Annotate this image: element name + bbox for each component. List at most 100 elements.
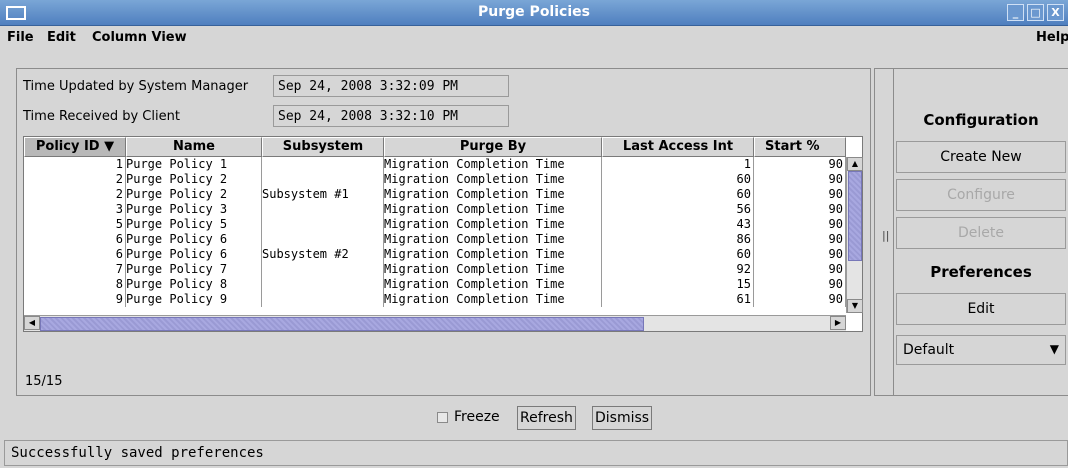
cell-start-percent: 90 bbox=[754, 202, 846, 217]
preferences-select[interactable]: Default ▼ bbox=[896, 335, 1066, 365]
cell-start-percent: 90 bbox=[754, 217, 846, 232]
column-header-policy-id[interactable]: Policy ID ▼ bbox=[24, 137, 126, 157]
menu-column-view[interactable]: Column View bbox=[92, 30, 187, 45]
cell-purge-by: Migration Completion Time bbox=[384, 247, 602, 262]
scroll-left-icon[interactable]: ◀ bbox=[24, 316, 40, 330]
time-updated-field: Sep 24, 2008 3:32:09 PM bbox=[273, 75, 509, 97]
cell-purge-by: Migration Completion Time bbox=[384, 262, 602, 277]
policy-table: Policy ID ▼ Name Subsystem Purge By Last… bbox=[23, 136, 863, 332]
cell-policy-id: 9 bbox=[24, 292, 126, 307]
cell-policy-id: 7 bbox=[24, 262, 126, 277]
panel-splitter[interactable]: || bbox=[874, 68, 894, 396]
vertical-scroll-thumb[interactable] bbox=[848, 171, 862, 261]
cell-name: Purge Policy 9 bbox=[126, 292, 262, 307]
cell-last-access-int: 61 bbox=[602, 292, 754, 307]
horizontal-scrollbar[interactable]: ◀ ▶ bbox=[24, 315, 846, 331]
cell-last-access-int: 1 bbox=[602, 157, 754, 172]
table-row[interactable]: 6 Purge Policy 6 Subsystem #2 Migration Com… bbox=[24, 247, 846, 262]
cell-policy-id: 5 bbox=[24, 217, 126, 232]
cell-start-percent: 90 bbox=[754, 232, 846, 247]
minimize-icon[interactable]: _ bbox=[1007, 4, 1024, 21]
cell-last-access-int: 60 bbox=[602, 172, 754, 187]
configure-button[interactable]: Configure bbox=[896, 179, 1066, 211]
table-header: Policy ID ▼ Name Subsystem Purge By Last… bbox=[24, 137, 846, 157]
table-row[interactable]: 2 Purge Policy 2 Subsystem #1 Migration Com… bbox=[24, 187, 846, 202]
refresh-button[interactable]: Refresh bbox=[517, 406, 576, 430]
horizontal-scroll-thumb[interactable] bbox=[40, 317, 644, 331]
close-icon[interactable]: X bbox=[1047, 4, 1064, 21]
cell-name: Purge Policy 7 bbox=[126, 262, 262, 277]
table-row[interactable]: 8 Purge Policy 8 Migration Completion Time… bbox=[24, 277, 846, 292]
cell-purge-by: Migration Completion Time bbox=[384, 277, 602, 292]
maximize-icon[interactable]: □ bbox=[1027, 4, 1044, 21]
chevron-down-icon[interactable]: ▼ bbox=[1050, 342, 1059, 356]
vertical-scrollbar[interactable]: ▲ ▼ bbox=[846, 157, 863, 313]
cell-policy-id: 2 bbox=[24, 187, 126, 202]
cell-subsystem bbox=[262, 232, 384, 247]
table-row[interactable]: 6 Purge Policy 6 Migration Completion Time… bbox=[24, 232, 846, 247]
cell-start-percent: 90 bbox=[754, 187, 846, 202]
column-header-start-percent[interactable]: Start % bbox=[754, 137, 846, 157]
freeze-label: Freeze bbox=[454, 409, 500, 425]
cell-start-percent: 90 bbox=[754, 292, 846, 307]
table-row[interactable]: 9 Purge Policy 9 Migration Completion Time… bbox=[24, 292, 846, 307]
column-header-purge-by[interactable]: Purge By bbox=[384, 137, 602, 157]
cell-last-access-int: 15 bbox=[602, 277, 754, 292]
status-bar: Successfully saved preferences bbox=[4, 440, 1068, 466]
table-row[interactable]: 5 Purge Policy 5 Migration Completion Time… bbox=[24, 217, 846, 232]
cell-policy-id: 1 bbox=[24, 157, 126, 172]
cell-name: Purge Policy 8 bbox=[126, 277, 262, 292]
menu-edit[interactable]: Edit bbox=[47, 30, 76, 45]
cell-policy-id: 3 bbox=[24, 202, 126, 217]
preferences-heading: Preferences bbox=[930, 263, 1032, 281]
freeze-checkbox[interactable] bbox=[437, 412, 448, 423]
configuration-heading: Configuration bbox=[923, 111, 1039, 129]
column-header-name[interactable]: Name bbox=[126, 137, 262, 157]
cell-subsystem bbox=[262, 157, 384, 172]
column-header-subsystem[interactable]: Subsystem bbox=[262, 137, 384, 157]
cell-name: Purge Policy 2 bbox=[126, 172, 262, 187]
scroll-right-icon[interactable]: ▶ bbox=[830, 316, 846, 330]
cell-purge-by: Migration Completion Time bbox=[384, 157, 602, 172]
table-row[interactable]: 7 Purge Policy 7 Migration Completion Time… bbox=[24, 262, 846, 277]
cell-policy-id: 8 bbox=[24, 277, 126, 292]
menu-file[interactable]: File bbox=[7, 30, 34, 45]
cell-purge-by: Migration Completion Time bbox=[384, 217, 602, 232]
cell-policy-id: 6 bbox=[24, 232, 126, 247]
scroll-down-icon[interactable]: ▼ bbox=[847, 299, 863, 313]
row-count: 15/15 bbox=[25, 374, 63, 389]
cell-start-percent: 90 bbox=[754, 247, 846, 262]
cell-subsystem bbox=[262, 277, 384, 292]
cell-purge-by: Migration Completion Time bbox=[384, 232, 602, 247]
cell-purge-by: Migration Completion Time bbox=[384, 187, 602, 202]
cell-policy-id: 6 bbox=[24, 247, 126, 262]
menu-help[interactable]: Help bbox=[1036, 30, 1068, 45]
cell-subsystem: Subsystem #1 bbox=[262, 187, 384, 202]
cell-purge-by: Migration Completion Time bbox=[384, 172, 602, 187]
scroll-up-icon[interactable]: ▲ bbox=[847, 157, 863, 171]
cell-subsystem bbox=[262, 172, 384, 187]
cell-last-access-int: 60 bbox=[602, 247, 754, 262]
delete-button[interactable]: Delete bbox=[896, 217, 1066, 249]
splitter-grip-icon[interactable]: || bbox=[882, 229, 889, 242]
cell-name: Purge Policy 1 bbox=[126, 157, 262, 172]
cell-subsystem bbox=[262, 292, 384, 307]
cell-last-access-int: 92 bbox=[602, 262, 754, 277]
window-title: Purge Policies bbox=[478, 4, 590, 20]
cell-name: Purge Policy 6 bbox=[126, 247, 262, 262]
cell-subsystem bbox=[262, 262, 384, 277]
table-row[interactable]: 3 Purge Policy 3 Migration Completion Time… bbox=[24, 202, 846, 217]
cell-start-percent: 90 bbox=[754, 172, 846, 187]
cell-last-access-int: 60 bbox=[602, 187, 754, 202]
cell-subsystem: Subsystem #2 bbox=[262, 247, 384, 262]
create-new-button[interactable]: Create New bbox=[896, 141, 1066, 173]
cell-name: Purge Policy 6 bbox=[126, 232, 262, 247]
dismiss-button[interactable]: Dismiss bbox=[592, 406, 653, 430]
edit-preferences-button[interactable]: Edit bbox=[896, 293, 1066, 325]
table-row[interactable]: 1 Purge Policy 1 Migration Completion Time… bbox=[24, 157, 846, 172]
cell-start-percent: 90 bbox=[754, 262, 846, 277]
cell-last-access-int: 86 bbox=[602, 232, 754, 247]
table-row[interactable]: 2 Purge Policy 2 Migration Completion Time… bbox=[24, 172, 846, 187]
preferences-selected-value: Default bbox=[903, 342, 955, 358]
column-header-last-access-int[interactable]: Last Access Int bbox=[602, 137, 754, 157]
